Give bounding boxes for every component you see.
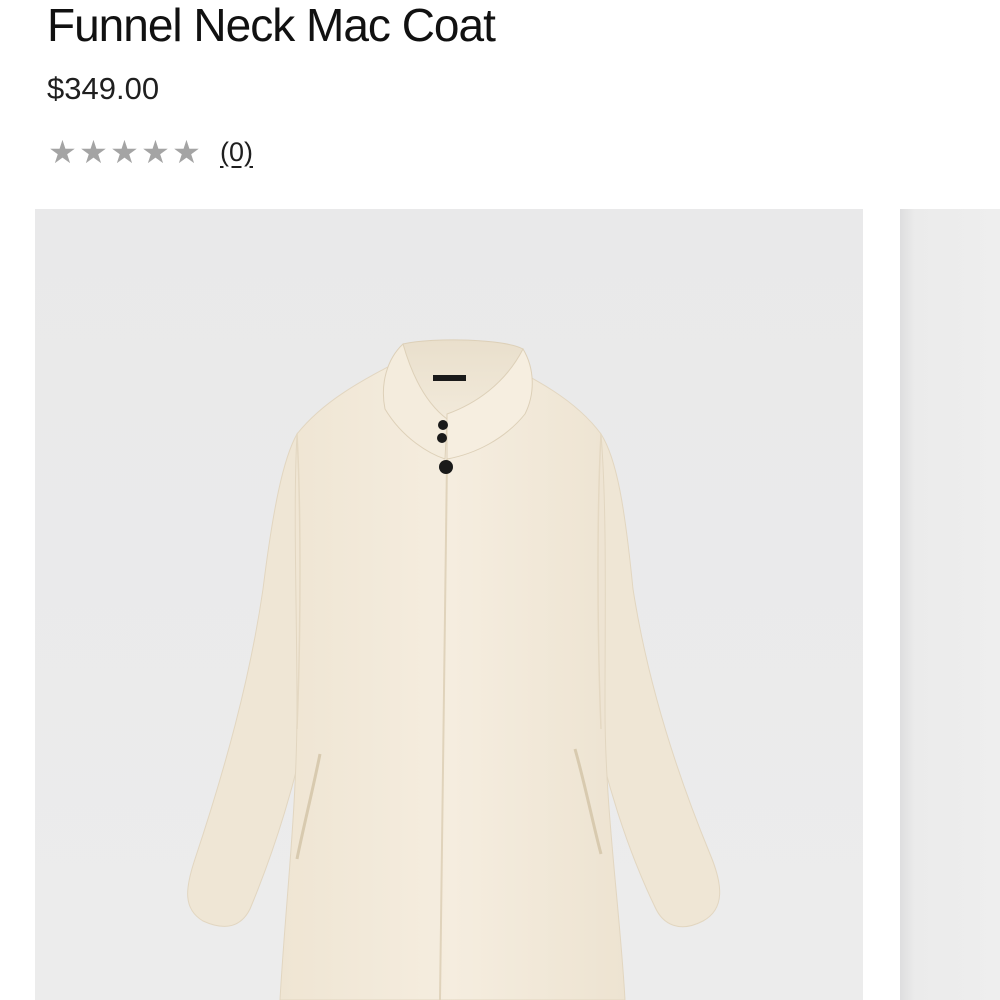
coat-image [187,339,721,1000]
product-image-next[interactable] [900,209,1000,1000]
product-title: Funnel Neck Mac Coat [47,0,496,51]
star-icon: ★ [48,134,77,170]
star-icon: ★ [110,134,139,170]
product-price: $349.00 [47,71,160,106]
rating-row: ★ ★ ★ ★ ★ (0) [47,132,253,172]
review-count-link[interactable]: (0) [220,137,253,168]
rating-stars[interactable]: ★ ★ ★ ★ ★ [47,132,202,172]
star-icon: ★ [172,134,201,170]
star-icon: ★ [79,134,108,170]
product-gallery[interactable] [0,209,1000,1000]
product-image-main[interactable] [35,209,863,1000]
star-icon: ★ [141,134,170,170]
